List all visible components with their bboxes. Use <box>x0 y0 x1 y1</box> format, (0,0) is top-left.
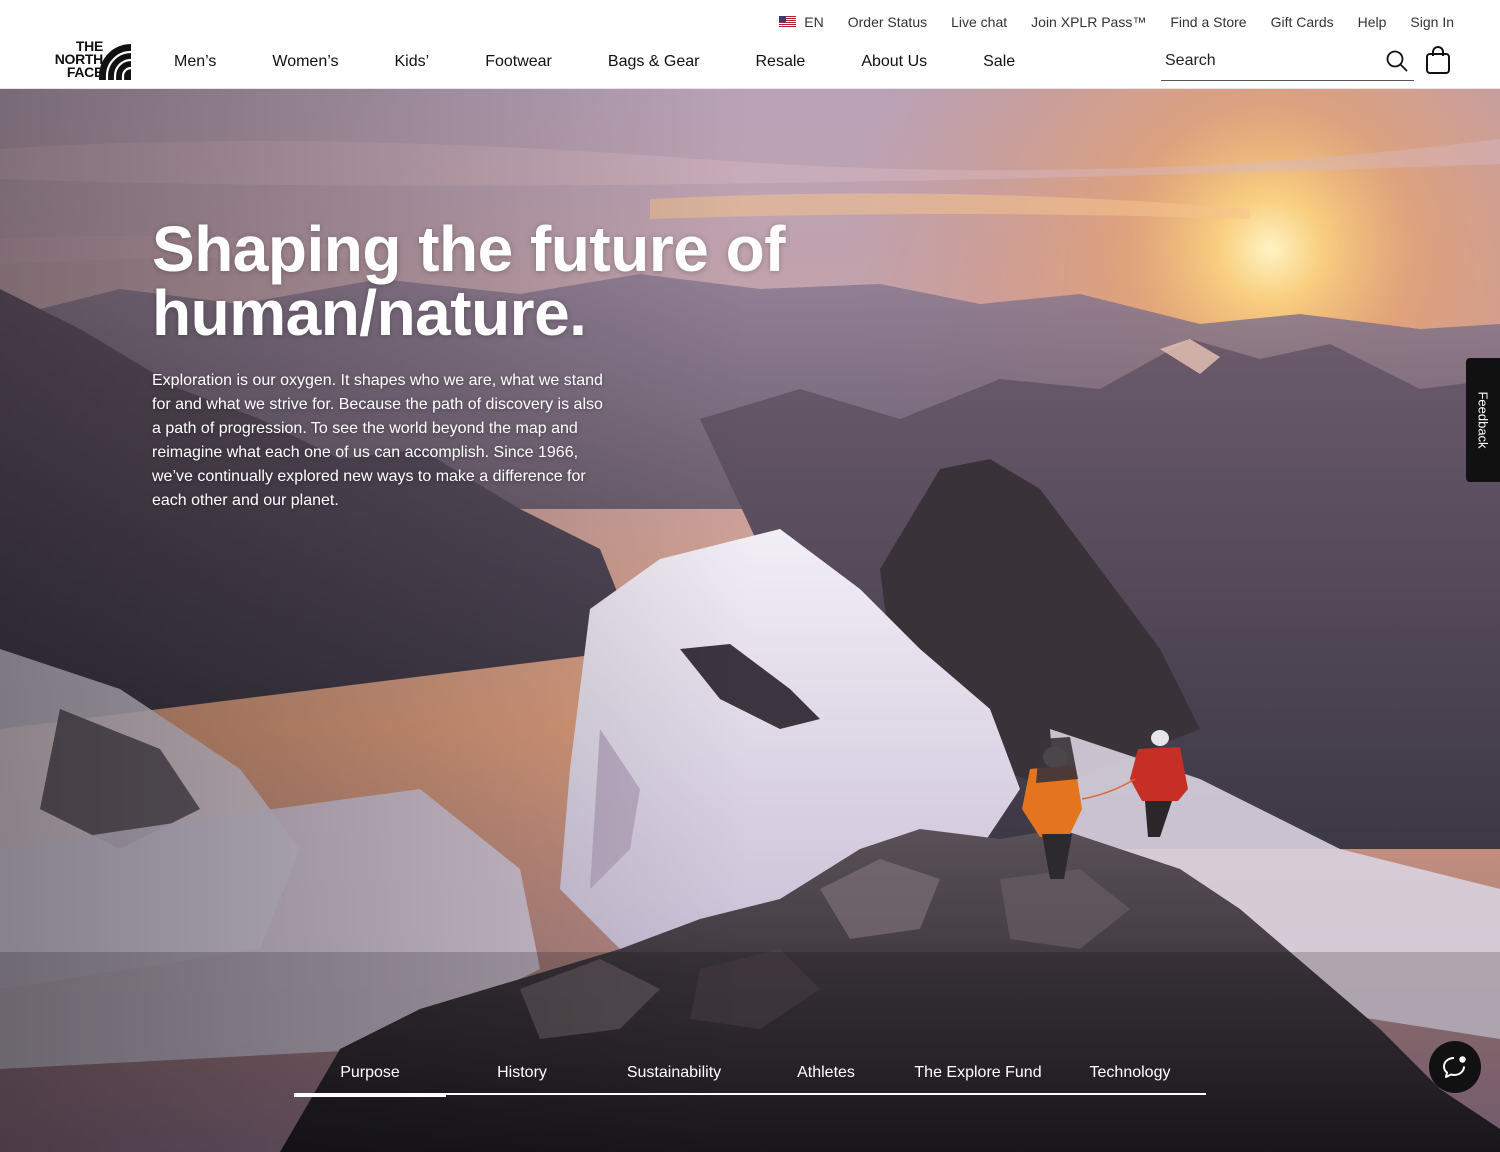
live-chat-link[interactable]: Live chat <box>951 13 1007 31</box>
site-header: EN Order Status Live chat Join XPLR Pass… <box>0 0 1500 89</box>
logo-wordmark: THE NORTH FACE <box>45 39 104 80</box>
feedback-label: Feedback <box>1475 391 1491 449</box>
nav-sale[interactable]: Sale <box>983 51 1015 73</box>
nav-about-us[interactable]: About Us <box>861 51 927 73</box>
nav-resale[interactable]: Resale <box>756 51 806 73</box>
main-nav: Men’s Women’s Kids’ Footwear Bags & Gear… <box>174 51 1015 73</box>
tab-explore-fund[interactable]: The Explore Fund <box>902 1059 1054 1095</box>
half-dome-logo-icon <box>99 44 132 80</box>
search-icon[interactable] <box>1386 50 1408 72</box>
join-xplr-pass-link[interactable]: Join XPLR Pass™ <box>1031 13 1146 31</box>
hero-title-line-1: Shaping the future of <box>152 213 786 285</box>
sign-in-link[interactable]: Sign In <box>1410 13 1454 31</box>
chat-button[interactable] <box>1429 1041 1481 1093</box>
search-input[interactable] <box>1165 50 1375 72</box>
language-selector[interactable]: EN <box>779 13 824 31</box>
language-label: EN <box>804 14 824 30</box>
tab-sustainability[interactable]: Sustainability <box>598 1059 750 1095</box>
utility-nav: EN Order Status Live chat Join XPLR Pass… <box>779 13 1454 31</box>
hero-title: Shaping the future of human/nature. <box>152 217 852 345</box>
about-subnav: Purpose History Sustainability Athletes … <box>294 1059 1206 1097</box>
chat-bubble-icon <box>1443 1056 1466 1078</box>
nav-mens[interactable]: Men’s <box>174 51 216 73</box>
order-status-link[interactable]: Order Status <box>848 13 927 31</box>
us-flag-icon <box>779 16 797 28</box>
nav-bags-gear[interactable]: Bags & Gear <box>608 51 700 73</box>
feedback-tab[interactable]: Feedback <box>1466 358 1500 482</box>
tab-purpose[interactable]: Purpose <box>294 1059 446 1097</box>
tab-history[interactable]: History <box>446 1059 598 1095</box>
nav-womens[interactable]: Women’s <box>272 51 338 73</box>
nav-footwear[interactable]: Footwear <box>485 51 552 73</box>
search-bar <box>1161 44 1414 81</box>
hero-banner: Shaping the future of human/nature. Expl… <box>0 89 1500 1152</box>
tab-technology[interactable]: Technology <box>1054 1059 1206 1095</box>
nav-kids[interactable]: Kids’ <box>395 51 430 73</box>
hero-body-text: Exploration is our oxygen. It shapes who… <box>152 372 603 509</box>
brand-logo[interactable]: THE NORTH FACE <box>45 39 133 82</box>
help-link[interactable]: Help <box>1358 13 1387 31</box>
hero-title-line-2: human/nature. <box>152 277 587 349</box>
shopping-bag-icon[interactable] <box>1425 46 1451 74</box>
logo-line-3: FACE <box>66 64 103 80</box>
tab-athletes[interactable]: Athletes <box>750 1059 902 1095</box>
gift-cards-link[interactable]: Gift Cards <box>1271 13 1334 31</box>
find-a-store-link[interactable]: Find a Store <box>1170 13 1246 31</box>
